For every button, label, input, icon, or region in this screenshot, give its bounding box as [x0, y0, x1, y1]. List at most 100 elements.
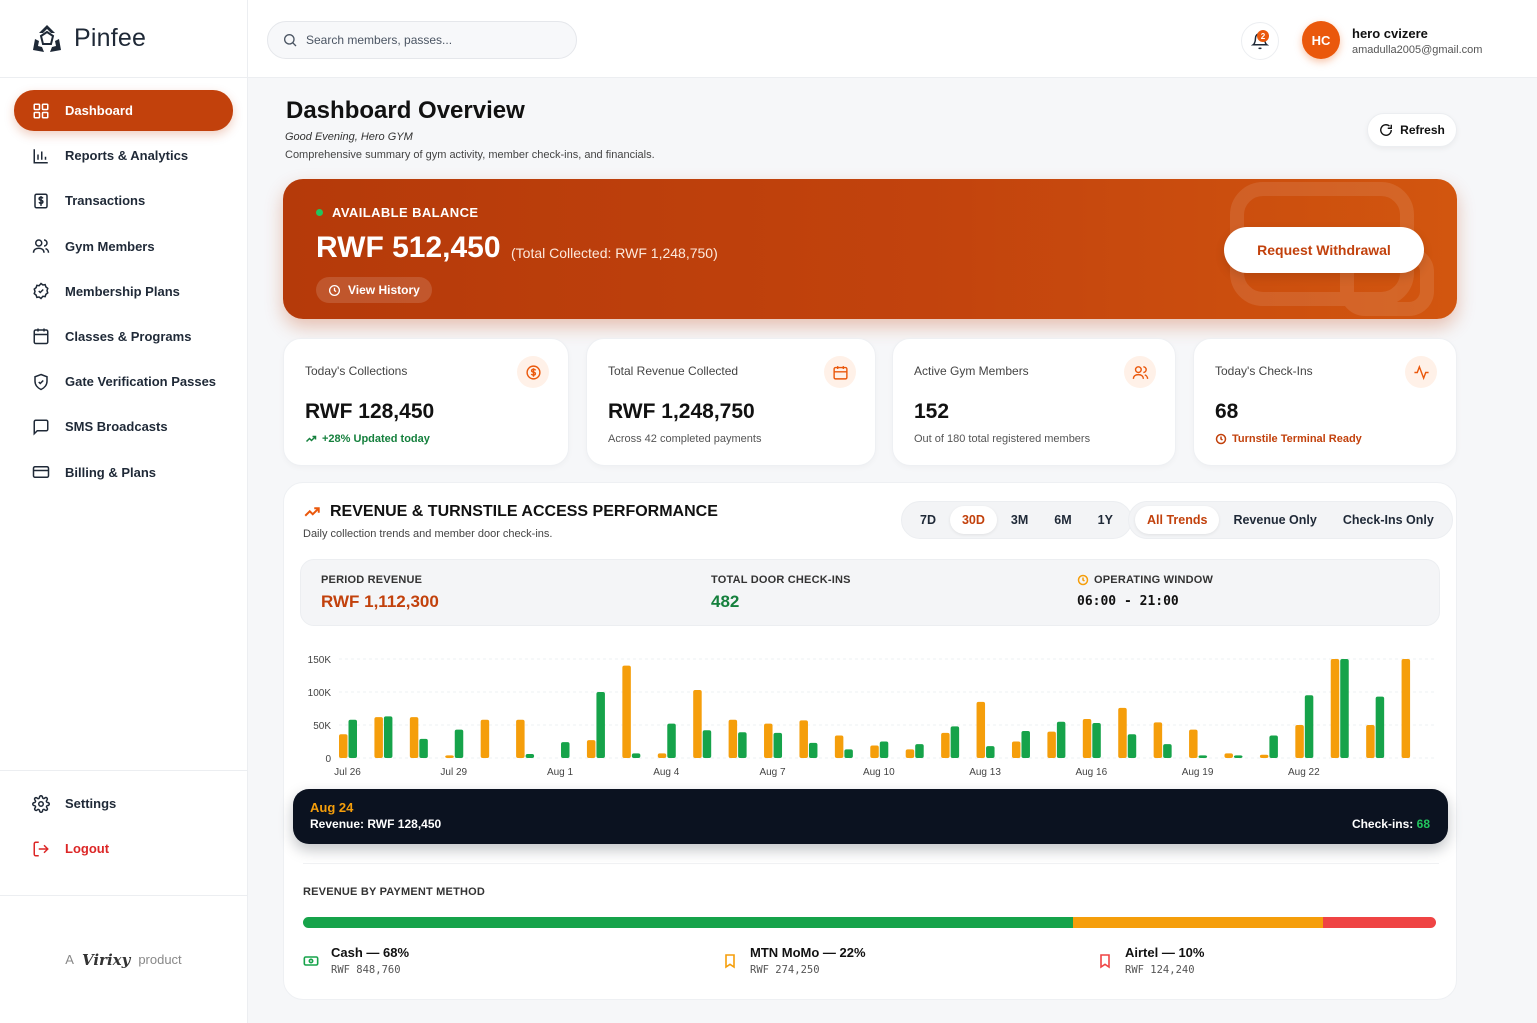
revenue-bar[interactable] [1259, 754, 1269, 758]
view-revenue-only[interactable]: Revenue Only [1221, 506, 1328, 534]
operating-window-label-text: OPERATING WINDOW [1094, 574, 1214, 586]
revenue-bar[interactable] [870, 745, 879, 758]
checkin-bar[interactable] [454, 729, 464, 758]
revenue-bar[interactable] [941, 732, 950, 758]
checkin-bar[interactable] [1233, 755, 1243, 758]
refresh-icon [1380, 124, 1393, 136]
checkin-bar[interactable] [1340, 659, 1349, 758]
revenue-bar[interactable] [339, 734, 348, 758]
view-checkins-only[interactable]: Check-Ins Only [1331, 506, 1446, 534]
sidebar-item-logout[interactable]: Logout [14, 828, 233, 869]
sidebar-item-billing[interactable]: Billing & Plans [14, 452, 233, 493]
checkin-bar[interactable] [596, 692, 605, 758]
revenue-bar[interactable] [1224, 753, 1233, 758]
search-box[interactable] [267, 21, 577, 59]
checkin-bar[interactable] [773, 732, 783, 758]
sidebar-item-sms[interactable]: SMS Broadcasts [14, 406, 233, 447]
revenue-bar[interactable] [1082, 719, 1092, 758]
checkin-bar[interactable] [879, 741, 889, 759]
checkin-bar[interactable] [1304, 695, 1314, 758]
revenue-bar[interactable] [905, 749, 915, 758]
calendar-icon [33, 328, 49, 345]
period-revenue: PERIOD REVENUE RWF 1,112,300 [321, 574, 439, 612]
payment-method-airtel: Airtel — 10% RWF 124,240 [1097, 945, 1204, 976]
revenue-bar[interactable] [1401, 659, 1411, 758]
revenue-bar[interactable] [586, 740, 596, 758]
brand[interactable]: Pinfee [0, 0, 247, 78]
checkin-bar[interactable] [525, 754, 535, 758]
sidebar-item-reports[interactable]: Reports & Analytics [14, 135, 233, 176]
checkin-bar[interactable] [383, 716, 393, 758]
sidebar-item-settings[interactable]: Settings [14, 783, 233, 824]
range-1y[interactable]: 1Y [1086, 506, 1125, 534]
checkin-bar[interactable] [844, 749, 853, 758]
checkin-bar[interactable] [915, 744, 924, 758]
x-tick-label: Aug 4 [653, 767, 680, 778]
notifications-button[interactable]: 2 [1241, 22, 1279, 60]
checkin-bar[interactable] [738, 732, 747, 758]
revenue-checkins-chart[interactable]: 0 50K 100K 150K Jul 26 Jul 29 Aug 1 Aug 4 Aug 7 A… [294, 643, 1444, 783]
checkin-bar[interactable] [667, 723, 676, 758]
revenue-bar[interactable] [374, 717, 383, 758]
request-withdrawal-button[interactable]: Request Withdrawal [1224, 227, 1424, 273]
checkin-bar[interactable] [1092, 723, 1101, 758]
operating-window-label: OPERATING WINDOW [1077, 574, 1213, 586]
range-7d[interactable]: 7D [908, 506, 948, 534]
revenue-bar[interactable] [1118, 707, 1127, 758]
checkin-bar[interactable] [808, 742, 818, 758]
revenue-bar[interactable] [1330, 659, 1340, 758]
refresh-button[interactable]: Refresh [1367, 113, 1457, 147]
range-3m[interactable]: 3M [999, 506, 1040, 534]
sidebar-item-gate-passes[interactable]: Gate Verification Passes [14, 361, 233, 402]
view-history-button[interactable]: View History [316, 277, 432, 303]
checkin-bar[interactable] [1163, 744, 1172, 758]
x-tick-label: Aug 22 [1288, 767, 1320, 778]
checkin-bar[interactable] [348, 719, 358, 758]
search-input[interactable] [306, 33, 556, 47]
sidebar-item-transactions[interactable]: Transactions [14, 180, 233, 221]
range-6m[interactable]: 6M [1042, 506, 1083, 534]
revenue-bar[interactable] [445, 755, 454, 758]
revenue-bar[interactable] [1153, 722, 1163, 758]
range-30d[interactable]: 30D [949, 506, 997, 534]
sidebar-item-label: Logout [65, 841, 110, 857]
revenue-bar[interactable] [409, 717, 419, 758]
checkin-bar[interactable] [1056, 721, 1066, 758]
checkin-bar[interactable] [1198, 755, 1208, 758]
revenue-bar[interactable] [1295, 725, 1304, 758]
checkin-bar[interactable] [1021, 730, 1030, 758]
sidebar-item-dashboard[interactable]: Dashboard [14, 90, 233, 131]
checkin-bar[interactable] [1375, 696, 1385, 758]
revenue-bar[interactable] [728, 719, 738, 758]
revenue-bar[interactable] [657, 753, 667, 758]
sidebar-item-membership-plans[interactable]: Membership Plans [14, 271, 233, 312]
checkin-bar[interactable] [1127, 734, 1137, 758]
checkin-bar[interactable] [986, 746, 995, 758]
revenue-bar[interactable] [834, 735, 844, 758]
revenue-bar[interactable] [516, 719, 525, 758]
checkin-bar[interactable] [950, 726, 960, 758]
checkin-bar[interactable] [419, 738, 428, 758]
y-tick-label: 50K [313, 721, 331, 732]
stat-sub: +28% Updated today [305, 433, 430, 445]
revenue-bar[interactable] [764, 723, 773, 758]
revenue-bar[interactable] [1047, 731, 1056, 758]
revenue-bar[interactable] [976, 701, 986, 758]
panel-title-text: REVENUE & TURNSTILE ACCESS PERFORMANCE [330, 503, 718, 520]
checkin-bar[interactable] [561, 742, 570, 758]
stat-value: RWF 1,248,750 [608, 400, 755, 423]
revenue-bar[interactable] [693, 690, 702, 758]
revenue-bar[interactable] [1011, 741, 1021, 759]
revenue-bar[interactable] [622, 665, 631, 758]
revenue-bar[interactable] [1366, 725, 1375, 758]
revenue-bar[interactable] [480, 719, 490, 758]
revenue-bar[interactable] [799, 720, 808, 758]
sidebar-item-gym-members[interactable]: Gym Members [14, 226, 233, 267]
checkin-bar[interactable] [702, 730, 712, 758]
sidebar-item-classes[interactable]: Classes & Programs [14, 316, 233, 357]
view-all-trends[interactable]: All Trends [1135, 506, 1220, 534]
checkin-bar[interactable] [1269, 735, 1278, 758]
revenue-bar[interactable] [1189, 729, 1198, 758]
avatar[interactable]: HC [1302, 21, 1340, 59]
checkin-bar[interactable] [631, 753, 641, 758]
